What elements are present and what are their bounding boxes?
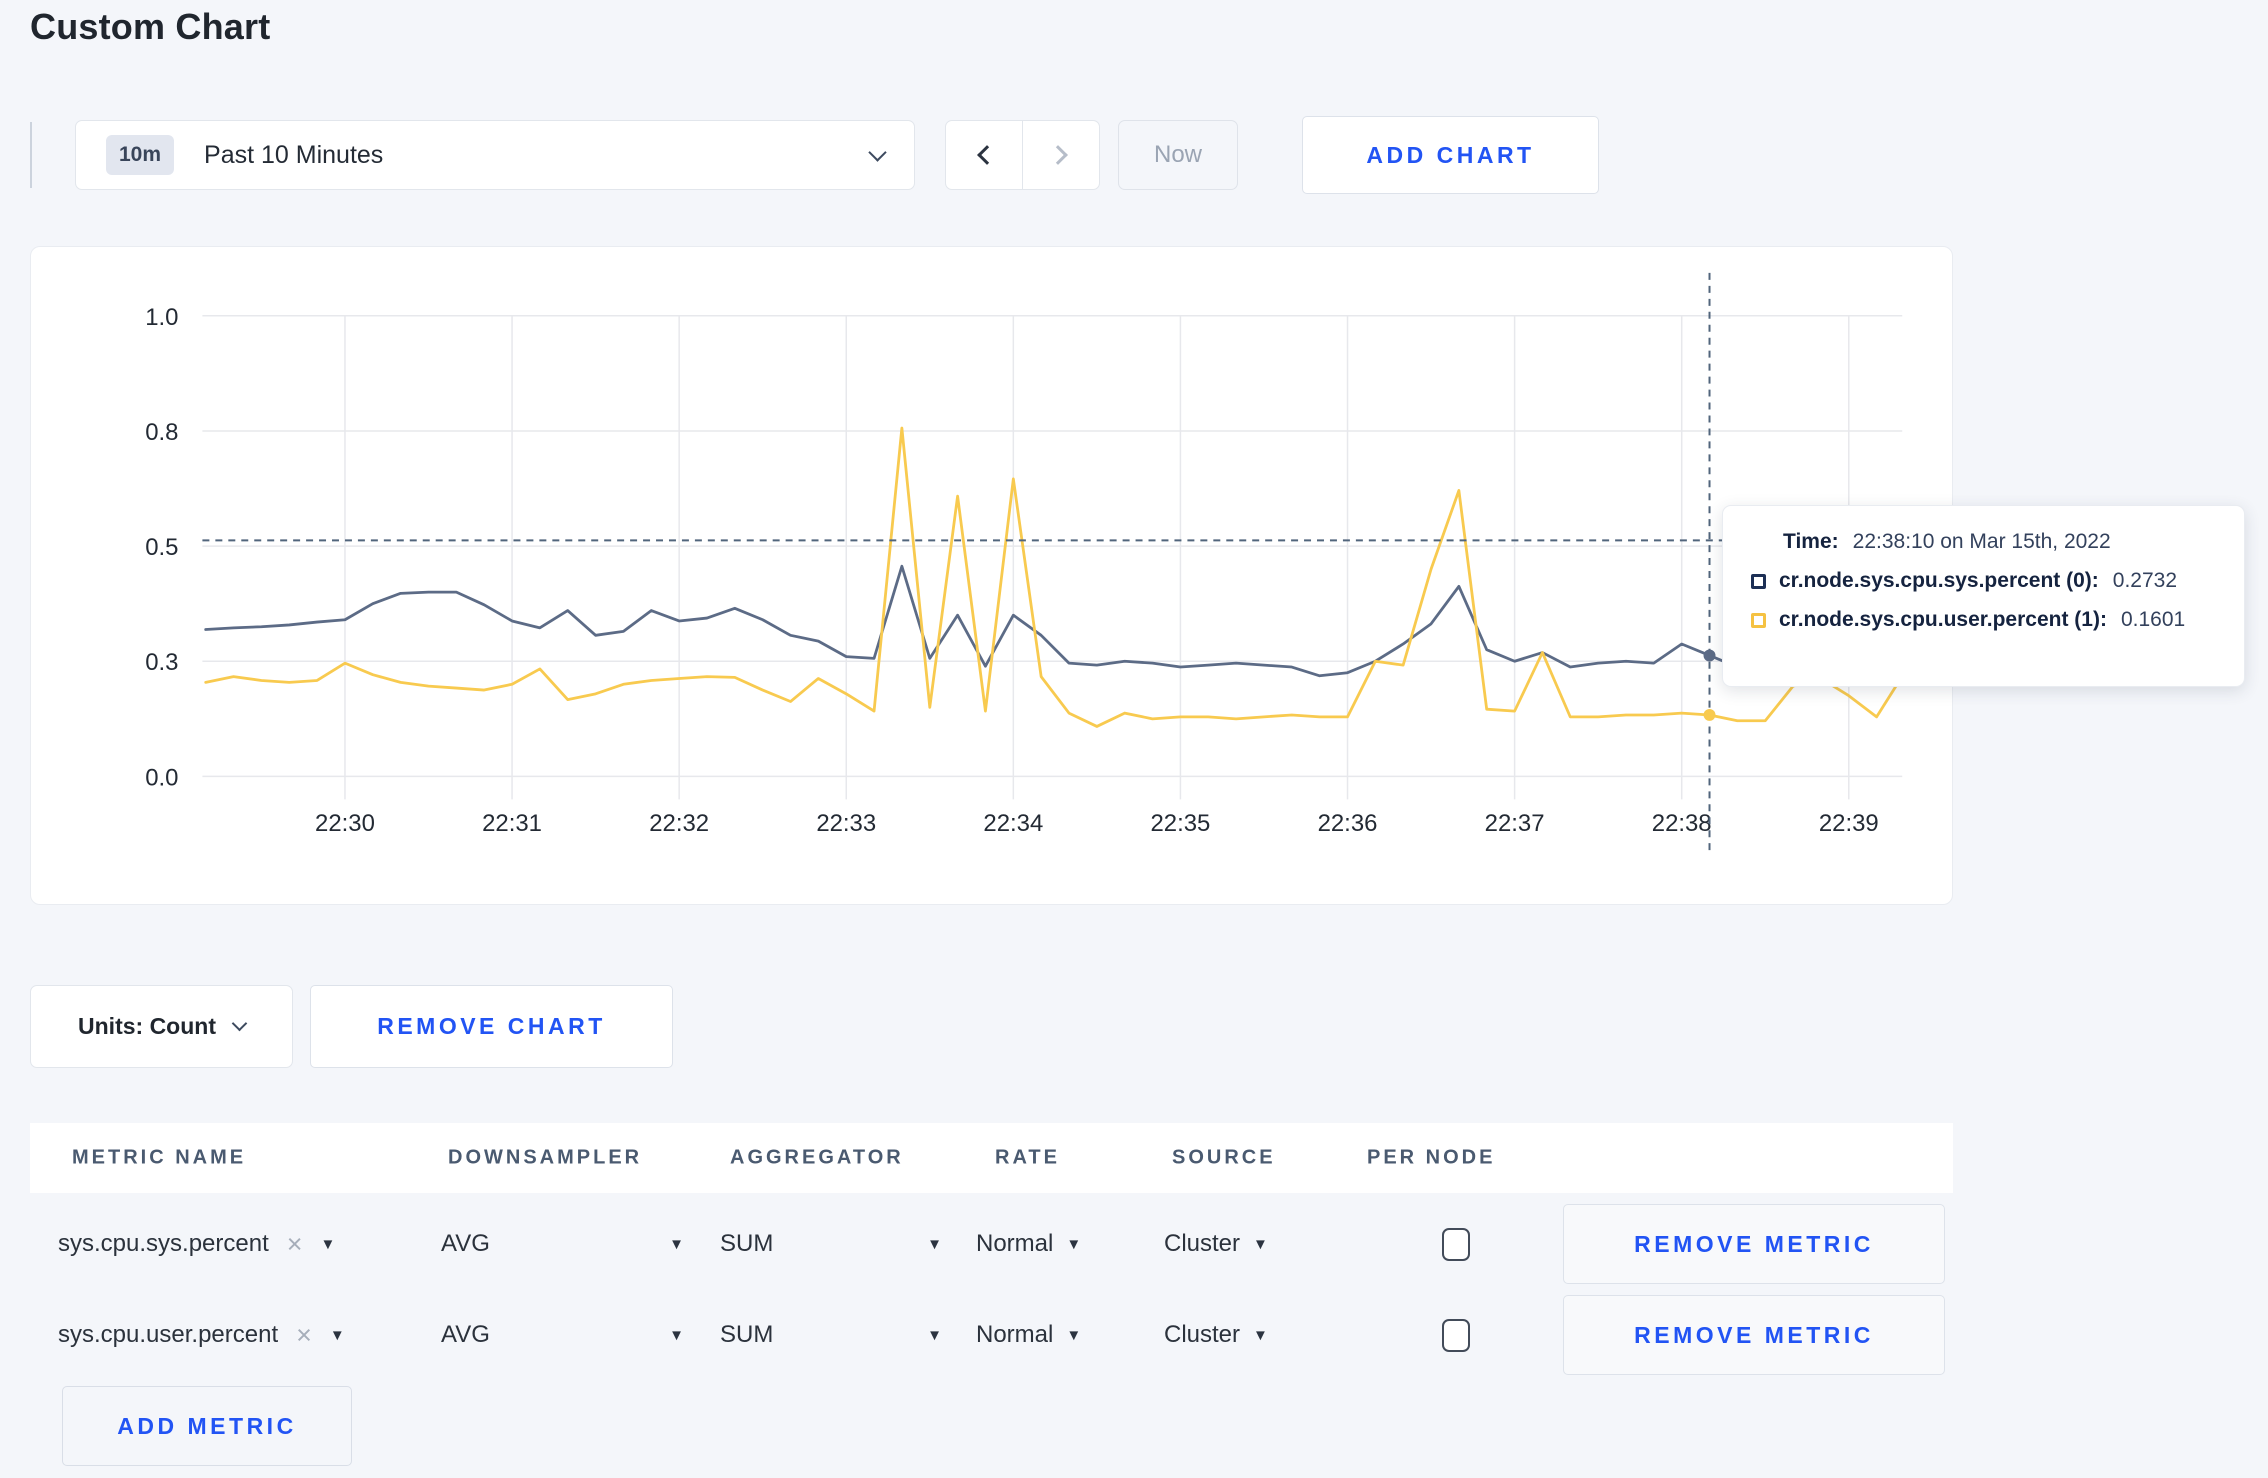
crosshair-data-dot (1703, 649, 1716, 662)
metric-name-select[interactable]: sys.cpu.sys.percent × ▼ (58, 1204, 335, 1284)
y-axis-tick-label: 0.8 (145, 419, 178, 446)
dropdown-caret-icon[interactable]: ▼ (321, 1236, 336, 1253)
remove-metric-button[interactable]: REMOVE METRIC (1563, 1295, 1945, 1375)
source-select[interactable]: Cluster ▼ (1164, 1204, 1268, 1284)
table-row: sys.cpu.sys.percent × ▼ AVG ▼ SUM ▼ Norm… (30, 1204, 1953, 1284)
source-value: Cluster (1164, 1321, 1241, 1348)
x-axis-tick-label: 22:34 (983, 810, 1043, 837)
dropdown-caret-icon: ▼ (1253, 1326, 1268, 1344)
rate-select[interactable]: Normal ▼ (976, 1295, 1081, 1375)
column-header-source: SOURCE (1172, 1146, 1276, 1169)
x-axis-tick-label: 22:39 (1819, 810, 1879, 837)
dropdown-caret-icon: ▼ (927, 1235, 942, 1253)
tooltip-series-value: 0.1601 (2120, 608, 2186, 631)
page-title: Custom Chart (30, 6, 271, 47)
metrics-chart[interactable]: 1.0 0.8 0.5 0.3 0.0 22:30 22:31 22:32 22:33 22:34… (31, 247, 1952, 904)
x-axis-tick-label: 22:37 (1485, 810, 1545, 837)
per-node-checkbox[interactable] (1442, 1318, 1470, 1352)
add-metric-button[interactable]: ADD METRIC (62, 1386, 352, 1466)
tooltip-time-label: Time: (1783, 530, 1839, 553)
tooltip-series-label: cr.node.sys.cpu.user.percent (1): (1779, 608, 2107, 631)
time-range-badge: 10m (106, 135, 175, 175)
tooltip-series-row: cr.node.sys.cpu.sys.percent (0): 0.2732 (1751, 569, 2224, 593)
column-header-rate: RATE (995, 1146, 1060, 1169)
dropdown-caret-icon: ▼ (1066, 1235, 1082, 1253)
units-select[interactable]: Units: Count (30, 985, 293, 1068)
clear-metric-icon[interactable]: × (287, 1230, 303, 1258)
column-header-aggregator: AGGREGATOR (730, 1146, 904, 1169)
tooltip-series-label: cr.node.sys.cpu.sys.percent (0): (1779, 569, 2099, 592)
units-label: Units: Count (78, 1013, 216, 1039)
prev-time-button[interactable] (946, 121, 1022, 189)
table-row: sys.cpu.user.percent × ▼ AVG ▼ SUM ▼ Nor… (30, 1295, 1953, 1375)
add-chart-button[interactable]: ADD CHART (1302, 116, 1599, 194)
downsampler-value: AVG (441, 1230, 490, 1257)
now-button[interactable]: Now (1118, 120, 1238, 190)
aggregator-value: SUM (720, 1321, 774, 1348)
chart-card: 1.0 0.8 0.5 0.3 0.0 22:30 22:31 22:32 22:33 22:34… (30, 246, 1953, 905)
rate-select[interactable]: Normal ▼ (976, 1204, 1081, 1284)
tooltip-time-value: 22:38:10 on Mar 15th, 2022 (1852, 530, 2111, 553)
dropdown-caret-icon: ▼ (1253, 1235, 1268, 1253)
y-axis-tick-label: 0.3 (145, 649, 178, 676)
downsampler-select[interactable]: AVG ▼ (441, 1204, 684, 1284)
x-axis-tick-label: 22:36 (1318, 810, 1378, 837)
x-axis-tick-label: 22:38 (1652, 810, 1712, 837)
next-time-button[interactable] (1022, 121, 1099, 189)
per-node-cell (1442, 1204, 1470, 1284)
tooltip-time-row: Time: 22:38:10 on Mar 15th, 2022 (1783, 530, 2224, 554)
chevron-down-icon (231, 1015, 248, 1032)
series-swatch-icon (1751, 573, 1766, 589)
tooltip-series-value: 0.2732 (2112, 569, 2178, 592)
clear-metric-icon[interactable]: × (296, 1321, 312, 1349)
dropdown-caret-icon[interactable]: ▼ (330, 1327, 345, 1344)
y-axis-tick-label: 0.5 (145, 534, 178, 561)
aggregator-select[interactable]: SUM ▼ (720, 1295, 942, 1375)
chevron-down-icon (868, 142, 887, 162)
crosshair-data-dot (1703, 708, 1716, 721)
aggregator-select[interactable]: SUM ▼ (720, 1204, 942, 1284)
rate-value: Normal (976, 1321, 1054, 1348)
metric-name-select[interactable]: sys.cpu.user.percent × ▼ (58, 1295, 345, 1375)
source-select[interactable]: Cluster ▼ (1164, 1295, 1268, 1375)
x-axis-tick-label: 22:31 (482, 810, 542, 837)
per-node-cell (1442, 1295, 1470, 1375)
metric-name-value: sys.cpu.sys.percent (58, 1230, 269, 1257)
x-axis-tick-label: 22:33 (816, 810, 876, 837)
time-pager (945, 120, 1100, 190)
x-axis-tick-label: 22:30 (315, 810, 375, 837)
remove-metric-button[interactable]: REMOVE METRIC (1563, 1204, 1945, 1284)
series-swatch-icon (1751, 612, 1766, 628)
metrics-table-header: METRIC NAME DOWNSAMPLER AGGREGATOR RATE … (30, 1123, 1953, 1193)
dropdown-caret-icon: ▼ (669, 1326, 684, 1344)
per-node-checkbox[interactable] (1442, 1227, 1470, 1261)
metric-name-value: sys.cpu.user.percent (58, 1321, 279, 1348)
remove-chart-button[interactable]: REMOVE CHART (310, 985, 673, 1068)
chevron-right-icon (1048, 145, 1068, 165)
x-axis-tick-label: 22:32 (649, 810, 709, 837)
dropdown-caret-icon: ▼ (1066, 1326, 1082, 1344)
chevron-left-icon (977, 145, 997, 165)
dropdown-caret-icon: ▼ (669, 1235, 684, 1253)
x-axis-tick-label: 22:35 (1151, 810, 1211, 837)
column-header-metric-name: METRIC NAME (72, 1146, 247, 1169)
rate-value: Normal (976, 1230, 1054, 1257)
chart-line-series (204, 564, 1906, 678)
y-axis-tick-label: 1.0 (145, 304, 178, 331)
column-header-per-node: PER NODE (1367, 1146, 1496, 1169)
tooltip-series-row: cr.node.sys.cpu.user.percent (1): 0.1601 (1751, 608, 2224, 632)
toolbar-divider (30, 122, 32, 188)
dropdown-caret-icon: ▼ (927, 1326, 942, 1344)
y-axis-tick-label: 0.0 (145, 764, 178, 791)
source-value: Cluster (1164, 1230, 1241, 1257)
aggregator-value: SUM (720, 1230, 774, 1257)
downsampler-value: AVG (441, 1321, 490, 1348)
chart-tooltip: Time: 22:38:10 on Mar 15th, 2022 cr.node… (1722, 505, 2245, 687)
column-header-downsampler: DOWNSAMPLER (448, 1146, 643, 1169)
time-range-label: Past 10 Minutes (204, 140, 384, 169)
time-range-select[interactable]: 10m Past 10 Minutes (75, 120, 915, 190)
downsampler-select[interactable]: AVG ▼ (441, 1295, 684, 1375)
chart-line-series (204, 426, 1906, 728)
